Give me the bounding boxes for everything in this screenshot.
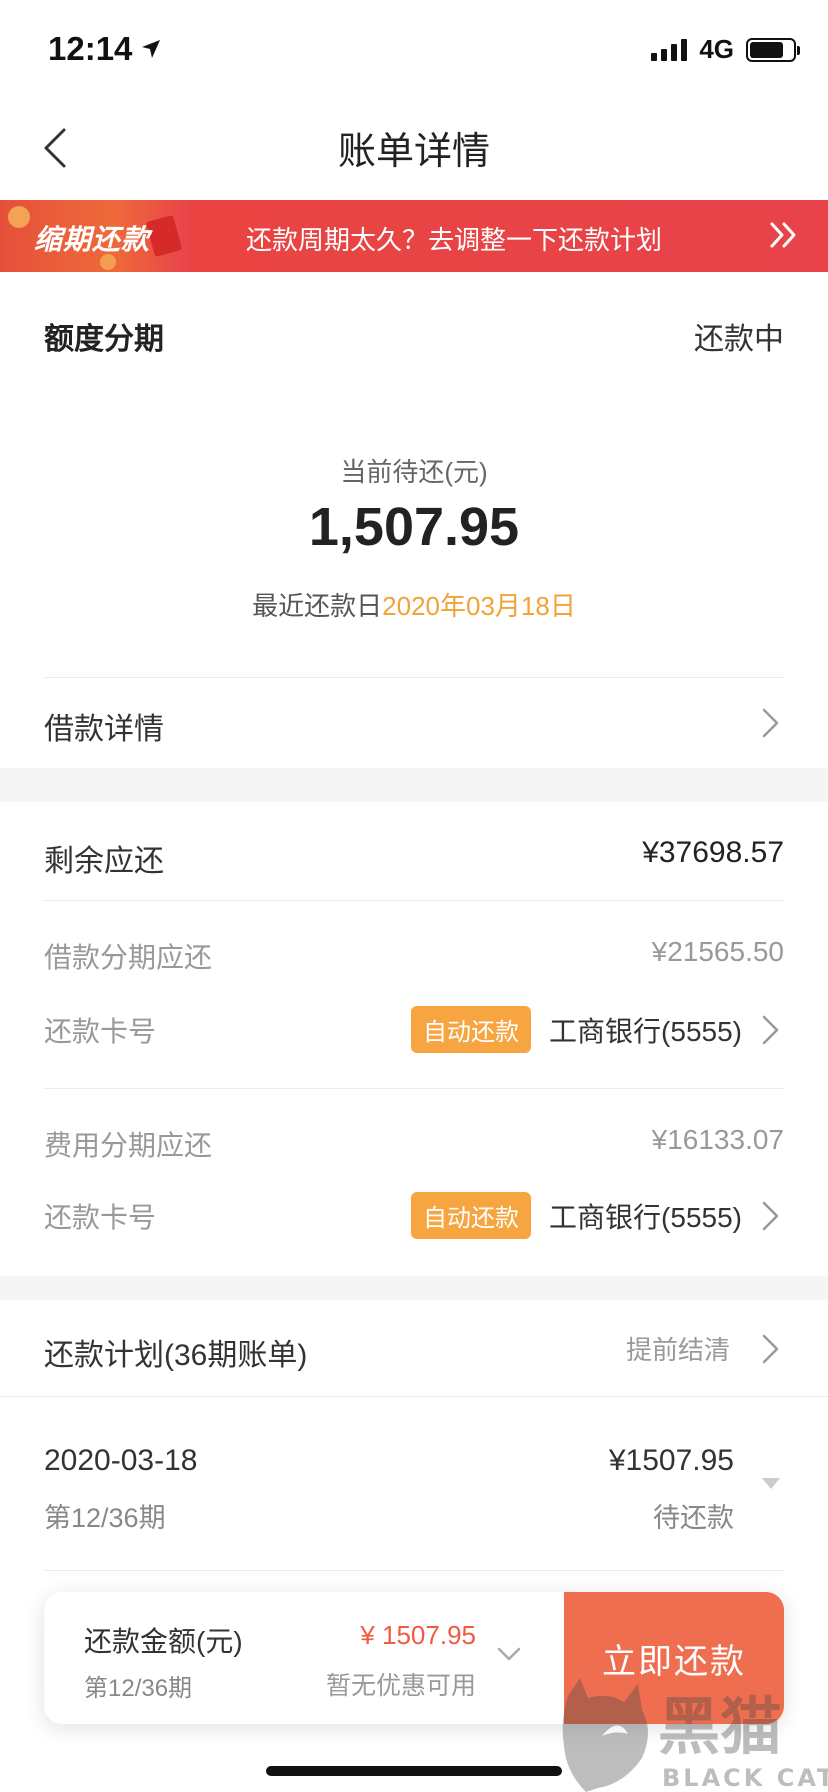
svg-text:黑猫: 黑猫	[658, 1690, 782, 1763]
discount-status: 暂无优惠可用	[325, 1672, 476, 1700]
double-chevron-right-icon	[770, 222, 796, 248]
auto-repay-badge: 自动还款	[411, 1192, 532, 1239]
banner-tag: 缩期还款	[0, 200, 190, 272]
battery-icon	[746, 37, 800, 62]
pay-period: 第12/36期	[84, 1675, 193, 1702]
product-name: 额度分期	[44, 323, 164, 356]
network-label: 4G	[699, 34, 734, 64]
status-indicators: 4G	[651, 34, 800, 65]
pay-amount-value: ¥ 1507.95	[360, 1620, 476, 1650]
early-settle-label: 提前结清	[625, 1335, 730, 1365]
section-gap	[0, 768, 828, 802]
remaining-value: ¥37698.57	[642, 836, 784, 869]
bill-date: 2020-03-18	[44, 1444, 198, 1477]
bank-card-name: 工商银行(5555)	[549, 1015, 742, 1047]
repayment-status: 还款中	[694, 323, 784, 356]
signal-icon	[651, 38, 688, 61]
chevron-right-icon	[762, 1201, 779, 1230]
svg-text:BLACK CAT: BLACK CAT	[662, 1764, 828, 1792]
section-gap	[0, 1276, 828, 1300]
status-time-text: 12:14	[48, 30, 133, 67]
loan-card-row[interactable]: 自动还款 工商银行(5555)	[411, 1006, 782, 1053]
banner-text: 还款周期太久？去调整一下还款计划	[246, 225, 663, 255]
loan-installment-value: ¥21565.50	[651, 936, 784, 967]
divider	[0, 1396, 828, 1397]
bill-status: 待还款	[653, 1503, 734, 1533]
early-settle-action[interactable]: 提前结清	[626, 1330, 782, 1367]
remaining-label: 剩余应还	[44, 845, 164, 878]
bank-card-name: 工商银行(5555)	[549, 1201, 742, 1233]
divider	[44, 900, 784, 901]
pay-amount-label: 还款金额(元)	[84, 1626, 243, 1657]
loan-details-label: 借款详情	[44, 713, 164, 746]
divider	[44, 1088, 784, 1089]
fee-installment-label: 费用分期应还	[44, 1130, 213, 1161]
bill-period: 第12/36期	[44, 1503, 166, 1533]
fee-card-row[interactable]: 自动还款 工商银行(5555)	[411, 1192, 782, 1239]
divider	[44, 1570, 784, 1571]
repayment-plan-label: 还款计划(36期账单)	[44, 1339, 308, 1372]
bill-amount: ¥1507.95	[608, 1444, 734, 1477]
loan-card-label: 还款卡号	[44, 1016, 157, 1047]
page-title: 账单详情	[337, 131, 490, 173]
fee-card-label: 还款卡号	[44, 1202, 157, 1233]
bill-row[interactable]	[0, 1400, 828, 1568]
chevron-right-icon	[762, 708, 779, 738]
chevron-down-icon[interactable]	[496, 1644, 522, 1664]
loan-installment-label: 借款分期应还	[44, 942, 213, 973]
banner-tag-text: 缩期还款	[34, 224, 151, 255]
location-arrow-icon	[142, 40, 161, 58]
caret-down-icon[interactable]	[762, 1478, 780, 1489]
adjust-plan-banner[interactable]: 缩期还款 还款周期太久？去调整一下还款计划	[0, 200, 828, 272]
due-date-row: 最近还款日2020年03月18日	[0, 586, 828, 623]
chevron-right-icon	[762, 1015, 779, 1044]
due-date-value: 2020年03月18日	[382, 591, 576, 621]
auto-repay-badge: 自动还款	[411, 1006, 532, 1053]
due-date-label: 最近还款日	[252, 591, 383, 621]
status-bar: 12:14 4G	[0, 0, 828, 100]
chevron-right-icon	[762, 1334, 779, 1363]
red-packet-icon	[145, 214, 183, 258]
status-time: 12:14	[48, 30, 162, 68]
loan-details-row[interactable]: 借款详情	[0, 678, 828, 766]
due-amount: 1,507.95	[308, 497, 520, 557]
black-cat-watermark: 黑猫 BLACK CAT	[562, 1678, 828, 1792]
due-label: 当前待还(元)	[340, 457, 488, 487]
repayment-plan-row[interactable]: 还款计划(36期账单) 提前结清	[0, 1300, 828, 1396]
home-indicator[interactable]	[266, 1766, 562, 1776]
nav-bar: 账单详情	[0, 100, 828, 196]
fee-installment-value: ¥16133.07	[651, 1124, 784, 1155]
